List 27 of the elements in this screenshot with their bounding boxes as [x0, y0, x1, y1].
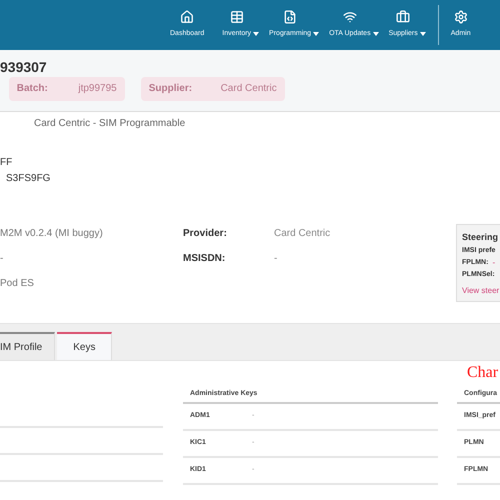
grid-icon	[230, 10, 244, 24]
supplier-value: Card Centric	[220, 82, 277, 96]
tab[interactable]: IM Profile	[0, 332, 56, 360]
detail-label: MSISDN:	[183, 252, 226, 266]
detail-value: M2M v0.2.4 (MI buggy)	[0, 227, 104, 241]
detail-label: Provider:	[183, 227, 228, 241]
detail-text: FF	[0, 156, 12, 170]
detail-text: S3FS9FG	[6, 172, 50, 186]
code-file-icon	[283, 10, 298, 24]
overlay-text: Char	[467, 363, 498, 383]
page-title: 939307	[0, 58, 47, 77]
batch-value: jtp99795	[78, 82, 117, 96]
tab[interactable]: Keys	[57, 332, 112, 360]
supplier-label: Supplier:	[148, 82, 192, 96]
description: Card Centric - SIM Programmable	[34, 117, 186, 131]
batch-label: Batch:	[16, 82, 48, 96]
steering-title: Steering	[462, 231, 500, 244]
view-steering-link[interactable]: View steer	[462, 284, 500, 296]
briefcase-icon	[396, 10, 410, 24]
home-icon	[180, 10, 194, 24]
settings-icon	[454, 10, 468, 24]
wifi-icon	[342, 10, 357, 24]
detail-value: -	[0, 252, 4, 266]
detail-value: Card Centric	[274, 227, 330, 241]
detail-value: Pod ES	[0, 277, 35, 291]
detail-value: -	[274, 252, 278, 266]
steering-value: -	[492, 257, 496, 269]
